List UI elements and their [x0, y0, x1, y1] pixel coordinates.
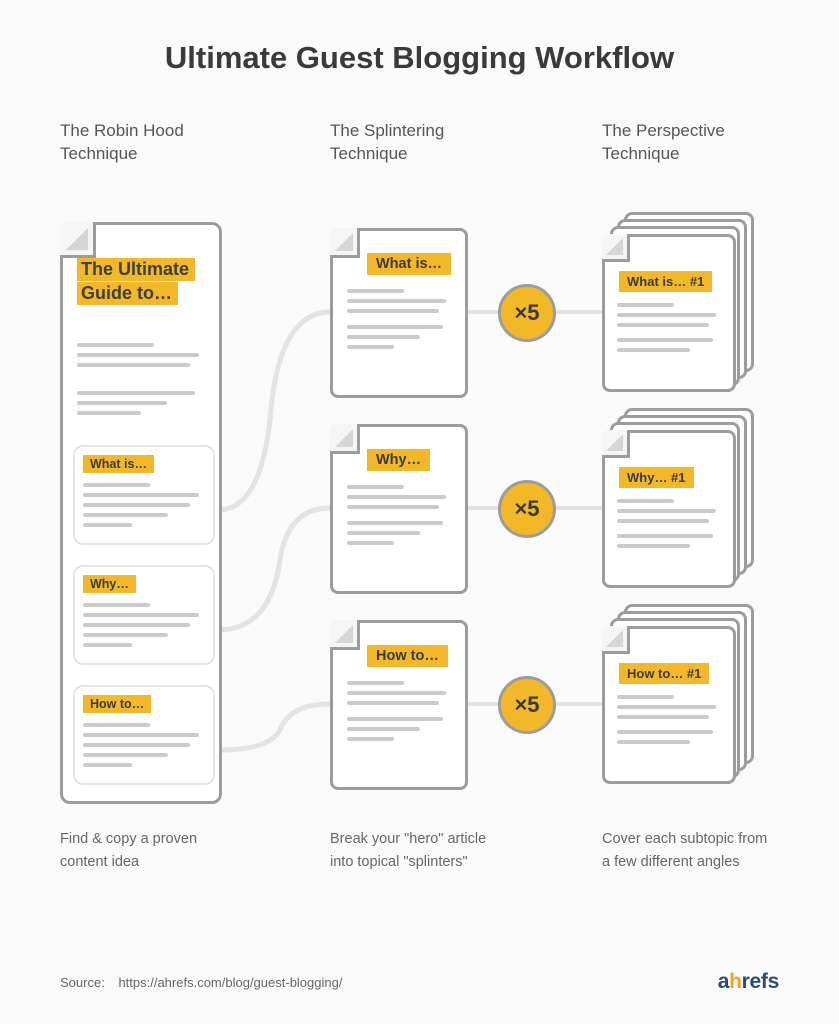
section-label: How to… — [83, 695, 151, 713]
text-lines — [347, 485, 451, 551]
splinter-doc-what-is: What is… — [330, 228, 468, 398]
col2-description: Break your "hero" article into topical "… — [330, 828, 500, 874]
page-fold-icon — [602, 626, 630, 654]
multiplier-badge: ×5 — [498, 480, 556, 538]
page-fold-icon — [330, 228, 360, 258]
text-lines — [617, 303, 721, 358]
diagram-root: { "title": "Ultimate Guest Blogging Work… — [0, 0, 839, 1024]
page-fold-icon — [602, 430, 630, 458]
text-lines — [77, 343, 205, 373]
ahrefs-logo: ahrefs — [718, 970, 779, 994]
perspective-stack-what-is: What is… #1 — [602, 212, 752, 390]
col2-heading: The SplinteringTechnique — [330, 120, 490, 166]
perspective-stack-how-to: How to… #1 — [602, 604, 752, 782]
text-lines — [347, 681, 451, 747]
section-label: What is… — [83, 455, 154, 473]
col1-description: Find & copy a proven content idea — [60, 828, 230, 874]
perspective-label: What is… #1 — [619, 271, 712, 292]
splinter-label: Why… — [367, 449, 430, 471]
hero-section-what-is: What is… — [73, 445, 215, 545]
perspective-stack-why: Why… #1 — [602, 408, 752, 586]
splinter-label: How to… — [367, 645, 448, 667]
page-fold-icon — [602, 234, 630, 262]
splinter-doc-why: Why… — [330, 424, 468, 594]
text-lines — [347, 289, 451, 355]
multiplier-badge: ×5 — [498, 284, 556, 342]
text-lines — [77, 391, 205, 421]
source-url: https://ahrefs.com/blog/guest-blogging/ — [118, 975, 342, 990]
section-label: Why… — [83, 575, 136, 593]
hero-section-how-to: How to… — [73, 685, 215, 785]
text-lines — [617, 695, 721, 750]
source-citation: Source: https://ahrefs.com/blog/guest-bl… — [60, 975, 342, 990]
page-fold-icon — [60, 222, 96, 258]
splinter-label: What is… — [367, 253, 451, 275]
text-lines — [83, 603, 205, 653]
text-lines — [83, 723, 205, 773]
text-lines — [83, 483, 205, 533]
hero-section-why: Why… — [73, 565, 215, 665]
source-label: Source: — [60, 975, 105, 990]
col3-description: Cover each subtopic from a few different… — [602, 828, 772, 874]
col3-heading: The PerspectiveTechnique — [602, 120, 762, 166]
perspective-label: How to… #1 — [619, 663, 709, 684]
col1-heading: The Robin HoodTechnique — [60, 120, 220, 166]
page-fold-icon — [330, 424, 360, 454]
perspective-label: Why… #1 — [619, 467, 694, 488]
text-lines — [617, 499, 721, 554]
hero-document: The Ultimate Guide to… What is… Why… — [60, 222, 222, 804]
page-fold-icon — [330, 620, 360, 650]
hero-doc-title: The Ultimate Guide to… — [77, 257, 219, 306]
multiplier-badge: ×5 — [498, 676, 556, 734]
splinter-doc-how-to: How to… — [330, 620, 468, 790]
diagram-title: Ultimate Guest Blogging Workflow — [0, 40, 839, 76]
